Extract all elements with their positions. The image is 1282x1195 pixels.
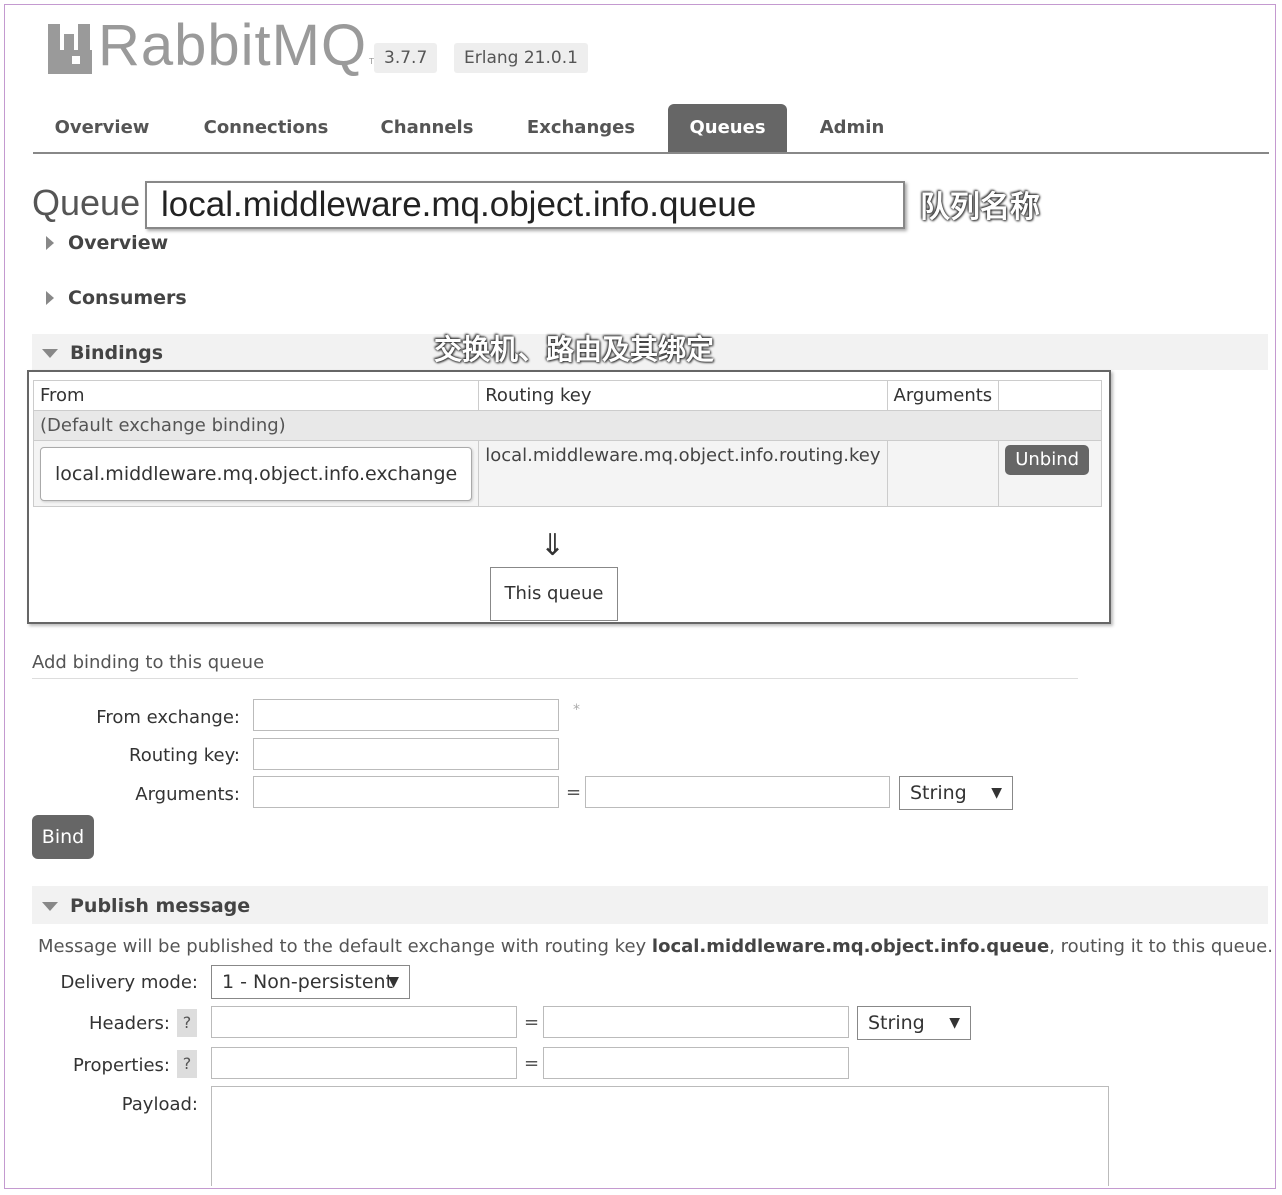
add-binding-heading: Add binding to this queue — [32, 652, 265, 673]
equals-sign: = — [524, 1053, 540, 1074]
from-cell: local.middleware.mq.object.info.exchange — [32, 440, 480, 507]
tab-overview[interactable]: Overview — [33, 104, 171, 152]
headers-label: Headers: — [89, 1013, 170, 1034]
property-value-input[interactable] — [543, 1047, 849, 1079]
exchange-link[interactable]: local.middleware.mq.object.info.exchange — [40, 446, 473, 501]
page-title-label: Queue — [32, 182, 141, 223]
main-nav: Overview Connections Channels Exchanges … — [33, 104, 1269, 154]
expand-arrow-icon — [46, 236, 54, 250]
payload-textarea[interactable] — [211, 1086, 1109, 1186]
publish-section-toggle[interactable]: Publish message — [42, 895, 250, 917]
routing-key-label: Routing key: — [129, 745, 240, 766]
bindings-annotation: 交换机、路由及其绑定 — [434, 333, 715, 366]
from-exchange-label: From exchange: — [96, 707, 240, 728]
queue-name-box: local.middleware.mq.object.info.queue — [145, 181, 905, 229]
erlang-badge: Erlang 21.0.1 — [454, 43, 588, 73]
properties-label: Properties: — [72, 1055, 170, 1076]
divider — [32, 678, 1078, 679]
bindings-section-label: Bindings — [70, 342, 164, 364]
expand-arrow-icon — [46, 291, 54, 305]
overview-section-label: Overview — [68, 232, 169, 254]
argument-value-input[interactable] — [585, 776, 890, 808]
bindings-section-toggle[interactable]: Bindings — [42, 342, 163, 364]
argument-key-input[interactable] — [253, 776, 559, 808]
logo-icon — [48, 24, 92, 74]
app-name: RabbitMQ — [98, 13, 368, 78]
argument-type-value: String — [910, 782, 967, 804]
down-arrow-icon: ⇓ — [540, 528, 566, 563]
headers-help-icon[interactable]: ? — [177, 1009, 197, 1037]
action-cell: Unbind — [998, 440, 1103, 507]
queue-name: local.middleware.mq.object.info.queue — [161, 185, 757, 224]
header-type-value: String — [868, 1012, 925, 1034]
queue-name-annotation: 队列名称 — [920, 190, 1040, 225]
routing-key-cell: local.middleware.mq.object.info.routing.… — [478, 440, 888, 507]
consumers-section-toggle[interactable]: Consumers — [46, 287, 187, 309]
dropdown-arrow-icon: ▼ — [991, 785, 1002, 801]
required-mark: * — [573, 702, 580, 718]
arguments-cell — [886, 440, 1000, 507]
this-queue-box: This queue — [490, 567, 618, 621]
default-binding-cell: (Default exchange binding) — [32, 410, 1103, 441]
table-row: local.middleware.mq.object.info.exchange… — [32, 440, 1103, 507]
version-badge: 3.7.7 — [374, 43, 438, 73]
equals-sign: = — [566, 782, 582, 803]
tab-exchanges[interactable]: Exchanges — [513, 104, 649, 152]
properties-help-icon[interactable]: ? — [177, 1050, 197, 1078]
header-type-select[interactable]: String ▼ — [857, 1006, 971, 1040]
argument-type-select[interactable]: String ▼ — [899, 776, 1013, 810]
delivery-mode-value: 1 - Non-persistent — [222, 971, 394, 993]
delivery-mode-label: Delivery mode: — [60, 972, 198, 993]
publish-note-suffix: , routing it to this queue. — [1049, 936, 1273, 957]
dropdown-arrow-icon: ▼ — [949, 1015, 960, 1031]
equals-sign: = — [524, 1012, 540, 1033]
dropdown-arrow-icon: ▼ — [388, 974, 399, 990]
unbind-button[interactable]: Unbind — [1005, 445, 1090, 475]
table-header-row: From Routing key Arguments — [32, 380, 1103, 411]
table-row: (Default exchange binding) — [32, 410, 1103, 441]
tab-connections[interactable]: Connections — [193, 104, 339, 152]
publish-note: Message will be published to the default… — [38, 936, 1273, 957]
from-exchange-input[interactable] — [253, 699, 559, 731]
property-key-input[interactable] — [211, 1047, 517, 1079]
header-value-input[interactable] — [543, 1006, 849, 1038]
tab-queues[interactable]: Queues — [668, 104, 787, 152]
header-key-input[interactable] — [211, 1006, 517, 1038]
col-arguments: Arguments — [886, 380, 1000, 411]
rabbitmq-logo: RabbitMQ TM — [48, 13, 381, 78]
publish-section-label: Publish message — [70, 895, 251, 917]
publish-note-prefix: Message will be published to the default… — [38, 936, 652, 957]
overview-section-toggle[interactable]: Overview — [46, 232, 168, 254]
bind-button[interactable]: Bind — [32, 815, 94, 859]
routing-key-input[interactable] — [253, 738, 559, 770]
col-actions — [998, 380, 1103, 411]
tab-channels[interactable]: Channels — [363, 104, 491, 152]
consumers-section-label: Consumers — [68, 287, 187, 309]
col-routing-key: Routing key — [478, 380, 888, 411]
collapse-arrow-icon — [42, 348, 58, 358]
publish-note-key: local.middleware.mq.object.info.queue — [651, 936, 1050, 957]
collapse-arrow-icon — [42, 901, 58, 911]
tab-admin[interactable]: Admin — [803, 104, 901, 152]
bindings-table: From Routing key Arguments (Default exch… — [32, 380, 1103, 507]
delivery-mode-select[interactable]: 1 - Non-persistent ▼ — [211, 965, 410, 999]
col-from: From — [32, 380, 480, 411]
arguments-label: Arguments: — [135, 784, 240, 805]
payload-label: Payload: — [121, 1094, 198, 1115]
